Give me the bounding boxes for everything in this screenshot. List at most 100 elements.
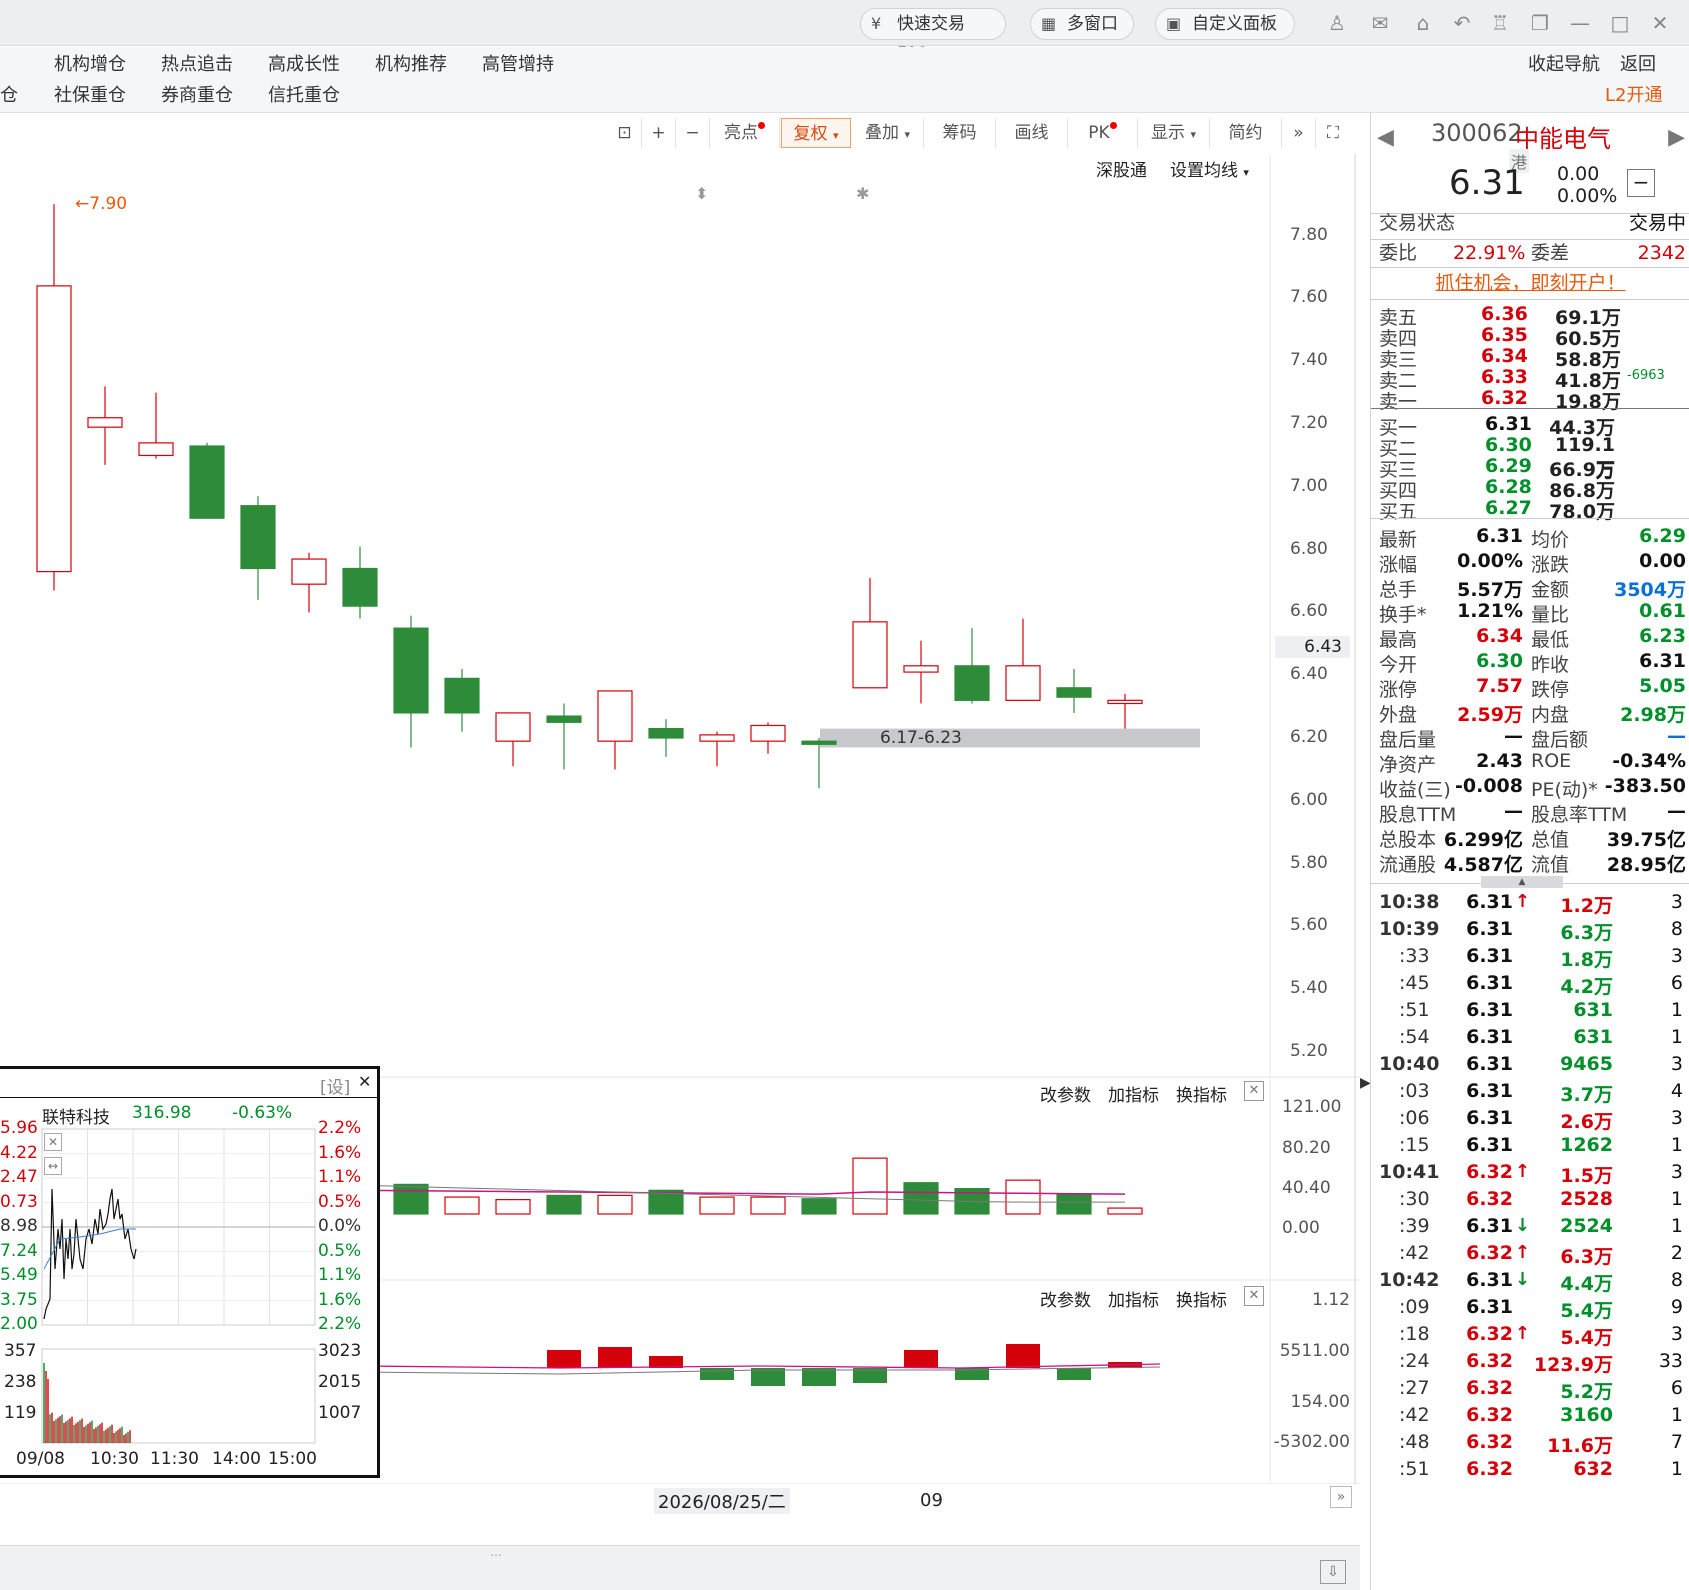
custom-panel-button[interactable]: ▣ 自定义面板 <box>1155 8 1295 40</box>
candle[interactable] <box>852 577 888 689</box>
volume-bar <box>1056 1193 1092 1215</box>
nav-item-institution-add[interactable]: 机构增仓 <box>54 54 126 76</box>
multi-window-button[interactable]: ▦ 多窗口 <box>1030 8 1134 40</box>
tick-time: 10:38 <box>1379 891 1440 913</box>
candle[interactable] <box>240 496 276 600</box>
display-dropdown[interactable]: 显示 ▾ <box>1138 118 1210 148</box>
prev-stock-icon[interactable]: ◀ <box>1377 125 1394 150</box>
candle[interactable] <box>699 731 735 767</box>
stat-value: 6.23 <box>1639 625 1686 647</box>
candle[interactable] <box>393 615 429 748</box>
drag-handle-icon[interactable]: ⋯ <box>490 1548 502 1562</box>
candle[interactable] <box>189 442 225 519</box>
vol-swap-indicator-button[interactable]: 换指标 <box>1176 1081 1227 1106</box>
set-ma-dropdown[interactable]: 设置均线 ▾ <box>1170 156 1249 181</box>
download-icon[interactable]: ⇩ <box>1320 1560 1346 1584</box>
candle[interactable] <box>750 722 786 754</box>
macd-close-icon[interactable]: ✕ <box>1244 1286 1264 1306</box>
nav-item-hotspot[interactable]: 热点追击 <box>161 54 233 76</box>
candle[interactable] <box>546 703 582 770</box>
minimize-icon[interactable]: — <box>1568 12 1592 34</box>
back-link[interactable]: 返回 <box>1620 54 1656 76</box>
candle[interactable] <box>342 546 378 619</box>
zoom-out-icon[interactable]: − <box>676 118 710 148</box>
support-zone-label: 6.17-6.23 <box>880 728 962 748</box>
candle[interactable] <box>36 204 72 591</box>
unlock-icon[interactable]: ⊡ <box>608 118 642 148</box>
user-icon[interactable]: ♙ <box>1325 12 1349 34</box>
draw-line-button[interactable]: 画线 <box>996 118 1068 148</box>
maximize-icon[interactable]: □ <box>1608 12 1632 34</box>
pk-label: PK <box>1088 123 1110 143</box>
caret-down-icon: ▾ <box>1243 166 1249 179</box>
candle[interactable] <box>495 712 531 767</box>
popup-close-small-icon[interactable]: ✕ <box>44 1133 62 1151</box>
tick-count: 1 <box>1670 999 1683 1021</box>
panel-toggle-icon[interactable]: ▶ <box>1360 1075 1371 1105</box>
mail-icon[interactable]: ✉ <box>1368 12 1392 34</box>
candle[interactable] <box>1005 618 1041 701</box>
candle[interactable] <box>648 719 684 757</box>
candle[interactable] <box>954 628 990 704</box>
nav-item-social-security[interactable]: 社保重仓 <box>54 85 126 107</box>
tick-count: 3 <box>1670 1161 1683 1183</box>
scroll-right-icon[interactable]: » <box>1330 1486 1352 1508</box>
undo-icon[interactable]: ↶ <box>1450 12 1474 34</box>
highlight-button[interactable]: 亮点 <box>710 118 780 148</box>
close-icon[interactable]: ✕ <box>1648 12 1672 34</box>
mini-quote-popup[interactable]: [设] ✕ 联特科技 316.98 -0.63% 5.96 4.22 2.47 0.7… <box>0 1066 380 1478</box>
candle[interactable] <box>1056 668 1092 713</box>
expand-handle-icon[interactable]: ▲ <box>1481 876 1563 888</box>
shenguto-link[interactable]: 深股通 <box>1096 156 1147 181</box>
next-stock-icon[interactable]: ▶ <box>1668 125 1685 150</box>
macd-axis-tick: 5511.00 <box>1279 1341 1350 1361</box>
restore-icon[interactable]: ❐ <box>1528 12 1552 34</box>
tick-volume: 632 <box>1573 1458 1613 1480</box>
macd-edit-params-button[interactable]: 改参数 <box>1040 1286 1091 1311</box>
collapse-nav-link[interactable]: 收起导航 <box>1528 54 1600 76</box>
remove-watchlist-icon[interactable]: − <box>1627 169 1655 197</box>
tick-volume: 1.2万 <box>1560 895 1613 917</box>
vol-close-icon[interactable]: ✕ <box>1244 1081 1264 1101</box>
popup-resize-icon[interactable]: ↔ <box>44 1157 62 1175</box>
home-icon[interactable]: ⌂ <box>1411 12 1435 34</box>
zoom-in-icon[interactable]: + <box>642 118 676 148</box>
fullscreen-icon[interactable]: ⛶ <box>1316 118 1350 148</box>
candle[interactable] <box>903 640 939 704</box>
macd-add-indicator-button[interactable]: 加指标 <box>1108 1286 1159 1311</box>
up-arrow-icon: ↑ <box>1515 1161 1531 1182</box>
overlay-dropdown[interactable]: 叠加 ▾ <box>852 118 924 148</box>
pk-button[interactable]: PK <box>1068 118 1138 148</box>
candle[interactable] <box>87 386 123 465</box>
candle-body <box>495 712 531 742</box>
quick-trade-button[interactable]: ¥ 快速交易F12 <box>860 8 1006 64</box>
candle[interactable] <box>597 690 633 770</box>
candle[interactable] <box>138 392 174 459</box>
tick-time: :27 <box>1399 1377 1430 1399</box>
vol-add-indicator-button[interactable]: 加指标 <box>1108 1081 1159 1106</box>
event-marker-icon[interactable]: ⬍ <box>695 184 708 203</box>
candle[interactable] <box>444 668 480 732</box>
vol-edit-params-button[interactable]: 改参数 <box>1040 1081 1091 1106</box>
quote-panel: ◀ ▶ 300062 中能电气 港 6.31 0.00 0.00% − 交易状态… <box>1370 113 1689 1590</box>
open-account-link[interactable]: 抓住机会，即刻开户！ <box>1435 272 1625 294</box>
star-marker-icon[interactable]: ✱ <box>856 184 869 203</box>
nav-item-recommend[interactable]: 机构推荐 <box>375 54 447 76</box>
fast-forward-icon[interactable]: » <box>1282 118 1316 148</box>
support-zone-band <box>820 728 1200 748</box>
popup-left-tick: 0.73 <box>0 1191 38 1212</box>
nav-item-broker[interactable]: 券商重仓 <box>161 85 233 107</box>
volume-bar <box>750 1196 786 1215</box>
shirt-icon[interactable]: ♖ <box>1488 12 1512 34</box>
candle[interactable] <box>1107 694 1143 729</box>
simple-button[interactable]: 简约 <box>1210 118 1282 148</box>
price-tick: 6.20 <box>1290 727 1328 748</box>
macd-swap-indicator-button[interactable]: 换指标 <box>1176 1286 1227 1311</box>
chips-button[interactable]: 筹码 <box>924 118 996 148</box>
nav-item-growth[interactable]: 高成长性 <box>268 54 340 76</box>
restore-rights-dropdown[interactable]: 复权 ▾ <box>781 118 851 148</box>
nav-item-exec-holding[interactable]: 高管增持 <box>482 54 554 76</box>
l2-open-link[interactable]: L2开通 <box>1605 85 1662 107</box>
candle[interactable] <box>291 552 327 613</box>
nav-item-trust[interactable]: 信托重仓 <box>268 85 340 107</box>
